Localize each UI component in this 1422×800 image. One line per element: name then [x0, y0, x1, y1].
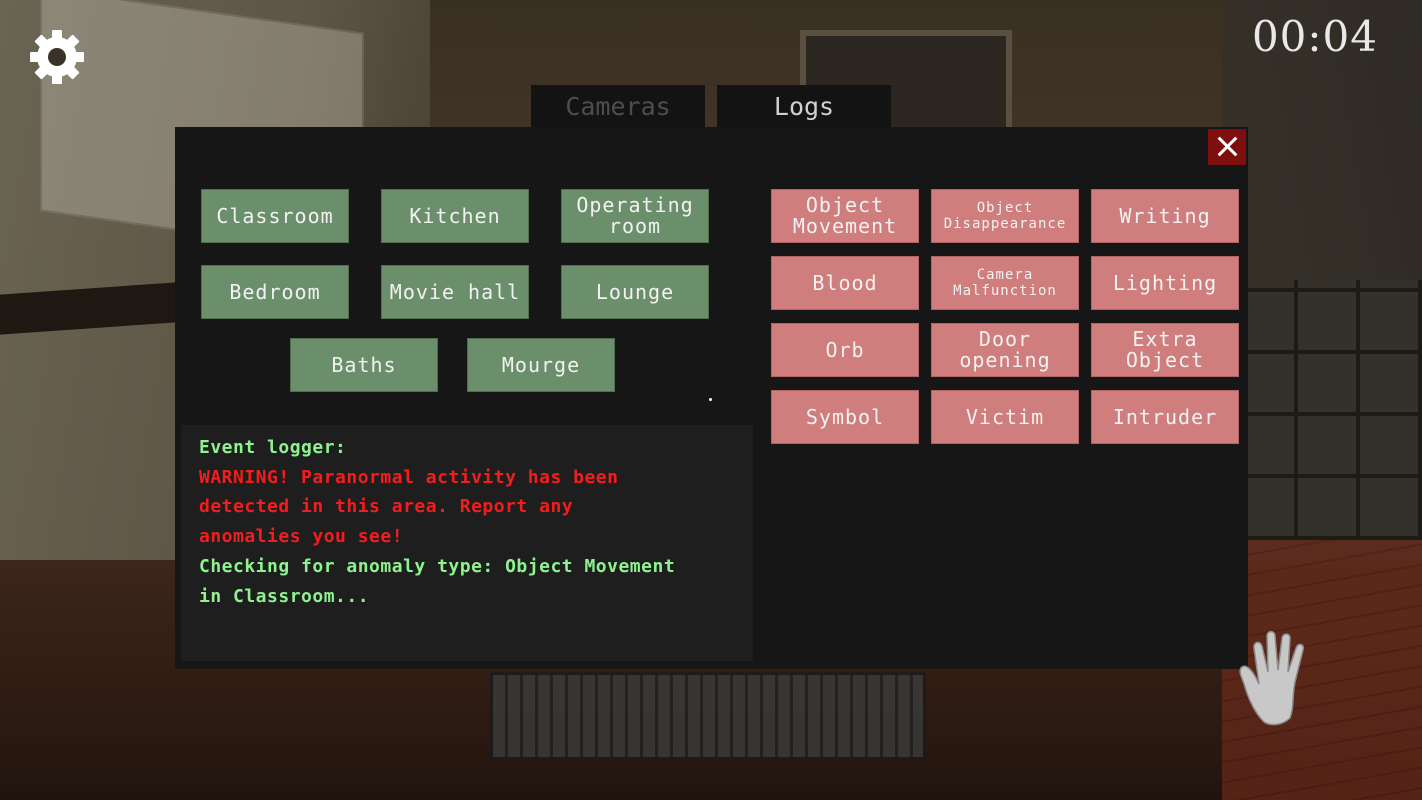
room-button-kitchen[interactable]: Kitchen [381, 189, 529, 243]
room-button-operating-room[interactable]: Operating room [561, 189, 709, 243]
anomaly-button-orb[interactable]: Orb [771, 323, 919, 377]
keyboard [490, 672, 926, 760]
interact-button[interactable] [1234, 626, 1330, 726]
log-line: in Classroom... [199, 585, 370, 607]
anomaly-button-victim[interactable]: Victim [931, 390, 1079, 444]
timer: 00:04 [1251, 12, 1378, 61]
hand-icon [1239, 630, 1305, 726]
gear-icon [30, 30, 84, 84]
room-button-classroom[interactable]: Classroom [201, 189, 349, 243]
room-button-lounge[interactable]: Lounge [561, 265, 709, 319]
log-line: Event logger: [199, 437, 347, 458]
wall-tiles [1232, 280, 1422, 540]
room-button-movie-hall[interactable]: Movie hall [381, 265, 529, 319]
log-line: WARNING! Paranormal activity has been [199, 466, 619, 488]
anomaly-button-object-movement[interactable]: Object Movement [771, 189, 919, 243]
room-button-bedroom[interactable]: Bedroom [201, 265, 349, 319]
anomaly-button-camera-malfunction[interactable]: Camera Malfunction [931, 256, 1079, 310]
anomaly-button-intruder[interactable]: Intruder [1091, 390, 1239, 444]
anomaly-button-object-disappearance[interactable]: Object Disappearance [931, 189, 1079, 243]
anomaly-button-symbol[interactable]: Symbol [771, 390, 919, 444]
anomaly-button-extra-object[interactable]: Extra Object [1091, 323, 1239, 377]
room-button-baths[interactable]: Baths [290, 338, 438, 392]
settings-button[interactable] [28, 28, 86, 86]
logs-panel: Classroom Kitchen Operating room Bedroom… [175, 127, 1248, 669]
log-line: anomalies you see! [199, 526, 404, 548]
event-logger: Event logger: WARNING! Paranormal activi… [181, 425, 753, 661]
tab-logs[interactable]: Logs [717, 85, 891, 127]
anomaly-button-door-opening[interactable]: Door opening [931, 323, 1079, 377]
room-button-mourge[interactable]: Mourge [467, 338, 615, 392]
anomaly-button-writing[interactable]: Writing [1091, 189, 1239, 243]
log-line: detected in this area. Report any [199, 496, 574, 518]
log-line: Checking for anomaly type: Object Moveme… [199, 555, 676, 577]
close-button[interactable] [1208, 129, 1246, 165]
cursor-dot [709, 398, 712, 401]
anomaly-button-lighting[interactable]: Lighting [1091, 256, 1239, 310]
tab-cameras[interactable]: Cameras [531, 85, 705, 127]
anomaly-button-blood[interactable]: Blood [771, 256, 919, 310]
